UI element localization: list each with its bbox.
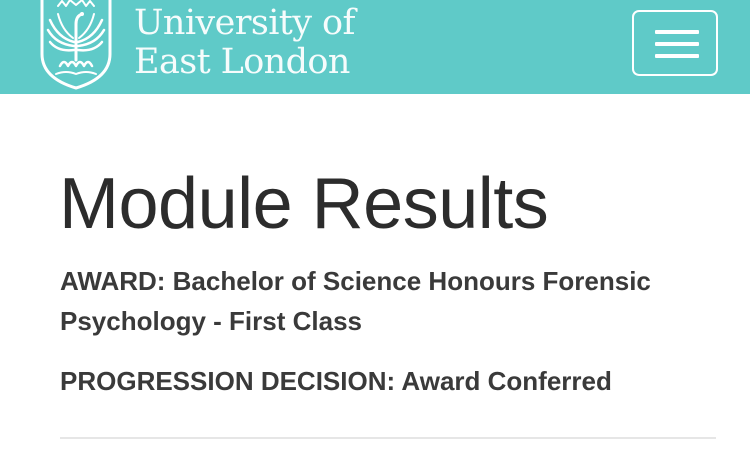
site-header: University of East London (0, 0, 750, 94)
menu-button[interactable] (632, 10, 718, 76)
section-divider (60, 437, 716, 439)
hamburger-menu-icon (655, 30, 699, 58)
logo-line-2: East London (134, 42, 350, 82)
menu-bar (655, 42, 699, 46)
page-title: Module Results (59, 164, 549, 244)
menu-bar (655, 30, 699, 34)
progression-decision-text: PROGRESSION DECISION: Award Conferred (60, 366, 612, 396)
phoenix-crest-icon[interactable] (36, 0, 116, 90)
logo-line-1: University of (134, 3, 355, 43)
university-logo-text[interactable]: University of East London (134, 4, 355, 82)
award-text: AWARD: Bachelor of Science Honours Foren… (60, 266, 651, 336)
page: University of East London Module Results… (0, 0, 750, 457)
menu-bar (655, 54, 699, 58)
